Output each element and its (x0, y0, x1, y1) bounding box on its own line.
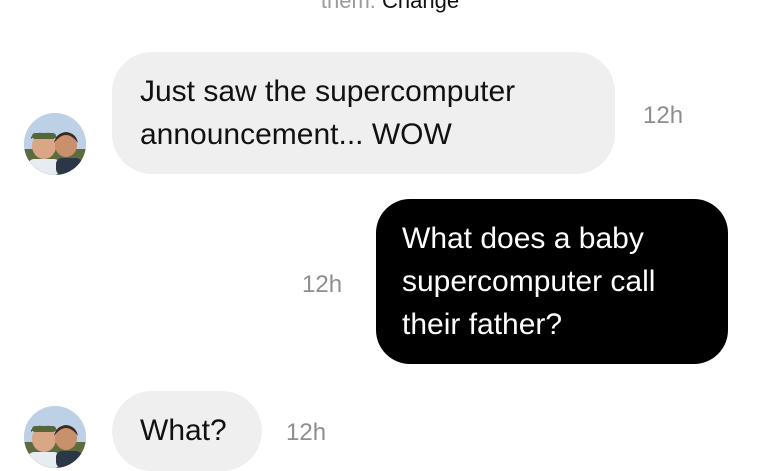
message-text-line: What does a baby (402, 222, 644, 255)
chat-notice: them. Change (0, 0, 780, 16)
message-timestamp: 12h (643, 102, 684, 129)
message-text-line: announcement... WOW (140, 118, 452, 151)
sender-avatar[interactable] (24, 406, 86, 468)
avatar-icon (24, 406, 86, 468)
message-text-line: What? (140, 414, 227, 447)
message-text-line: their father? (402, 308, 563, 341)
message-text-line: Just saw the supercomputer (140, 75, 516, 108)
message-bubble-outgoing[interactable]: What does a baby supercomputer call thei… (376, 199, 728, 364)
message-text-line: supercomputer call (402, 265, 656, 298)
change-link[interactable]: Change (382, 0, 459, 13)
message-bubble-incoming[interactable]: What? (112, 391, 262, 471)
notice-text: them. (320, 0, 376, 13)
message-timestamp: 12h (286, 419, 327, 446)
message-bubble-incoming[interactable]: Just saw the supercomputer announcement.… (112, 52, 615, 174)
message-timestamp: 12h (302, 271, 343, 298)
sender-avatar[interactable] (24, 113, 86, 175)
avatar-icon (24, 113, 86, 175)
